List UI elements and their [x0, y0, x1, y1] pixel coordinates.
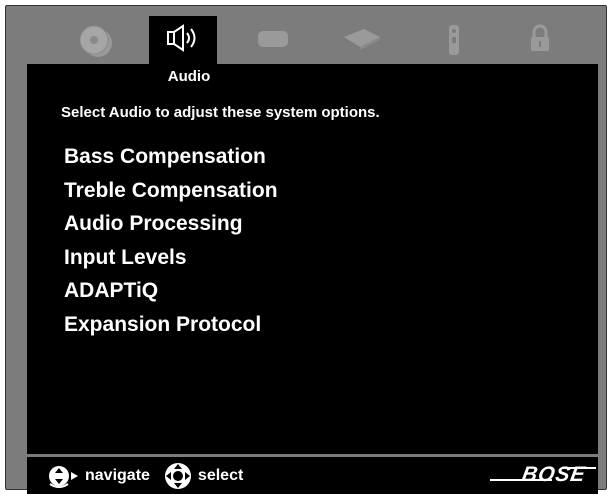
tab-remote[interactable] — [420, 14, 488, 66]
tv-frame: Select Audio to adjust these system opti… — [5, 5, 607, 494]
menu-item-audio-processing[interactable]: Audio Processing — [64, 207, 278, 241]
main-screen: Select Audio to adjust these system opti… — [27, 64, 598, 454]
remote-icon — [449, 25, 459, 55]
screen-icon — [258, 31, 288, 47]
select-label: select — [197, 466, 244, 484]
menu-item-adaptiq[interactable]: ADAPTiQ — [64, 274, 278, 308]
speaker-icon — [167, 24, 196, 52]
navigate-label: navigate — [85, 466, 150, 484]
device-icon — [344, 29, 380, 50]
tab-audio[interactable] — [149, 16, 217, 71]
tab-lock[interactable] — [506, 14, 574, 66]
tab-disc[interactable] — [62, 14, 130, 66]
tab-bar — [22, 11, 602, 71]
bose-logo-line — [562, 467, 596, 469]
tab-network[interactable] — [328, 14, 396, 66]
menu-item-treble-compensation[interactable]: Treble Compensation — [64, 174, 278, 208]
tab-audio-label: Audio — [167, 68, 211, 85]
menu-item-input-levels[interactable]: Input Levels — [64, 241, 278, 275]
menu-item-bass-compensation[interactable]: Bass Compensation — [64, 140, 278, 174]
menu-item-expansion-protocol[interactable]: Expansion Protocol — [64, 308, 278, 342]
disc-icon — [79, 25, 112, 57]
screen-subtitle: Select Audio to adjust these system opti… — [61, 104, 380, 121]
tab-video[interactable] — [239, 14, 307, 66]
bose-logo-line — [490, 479, 552, 481]
audio-options-menu: Bass Compensation Treble Compensation Au… — [64, 140, 278, 341]
lock-icon — [531, 24, 549, 51]
navigate-icon — [49, 465, 78, 488]
select-hint: select — [162, 461, 243, 491]
select-dpad-icon — [164, 462, 191, 489]
navigate-hint: navigate — [47, 463, 150, 489]
footer-bar: navigate select BOSE — [27, 457, 598, 494]
